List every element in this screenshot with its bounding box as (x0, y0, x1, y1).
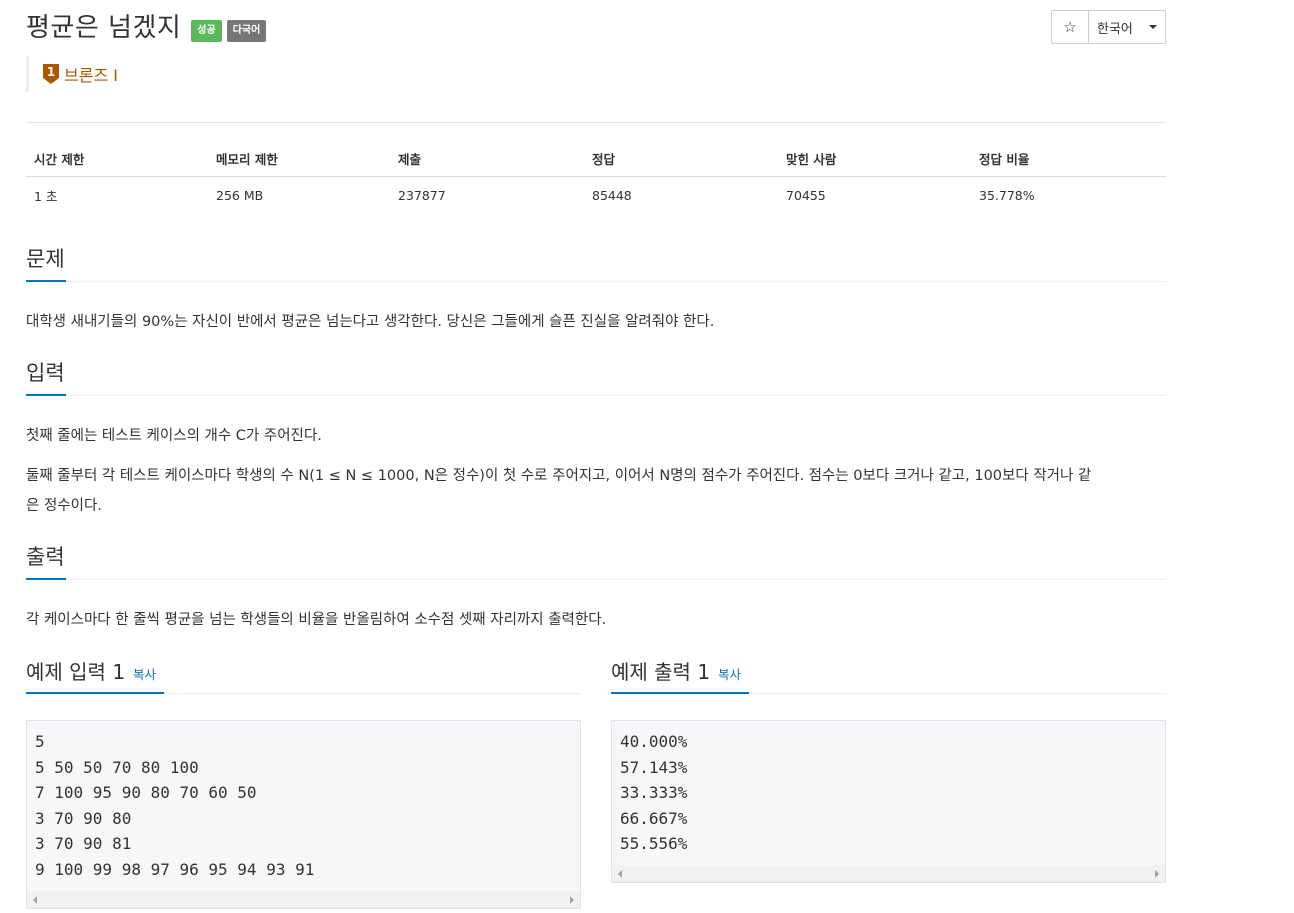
section-title-problem: 문제 (26, 247, 65, 271)
section-underline (26, 692, 164, 694)
section-underline (611, 692, 749, 694)
sample-input-line: 9 100 99 98 97 96 95 94 93 91 (35, 859, 315, 879)
header-memory-limit: 메모리 제한 (216, 152, 278, 167)
value-accept-ratio: 35.778% (979, 187, 1035, 203)
section-rule (26, 281, 1166, 282)
tier-blockquote: 1 브론즈 I (26, 56, 118, 92)
sample-input-line: 5 (35, 732, 45, 751)
sample-input-heading: 예제 입력 1 복사 (26, 657, 156, 690)
sample-input-line: 5 50 50 70 80 100 (35, 757, 199, 777)
caret-down-icon (1149, 25, 1157, 29)
output-description: 각 케이스마다 한 줄씩 평균을 넘는 학생들의 비율을 반올림하여 소수점 셋… (26, 612, 607, 628)
scroll-left-icon[interactable] (618, 869, 622, 878)
bronze-tier-icon: 1 (43, 64, 59, 84)
copy-sample-output-link[interactable]: 복사 (718, 660, 741, 690)
sample-input-box[interactable]: 5 5 50 50 70 80 100 7 100 95 90 80 70 60… (26, 720, 581, 909)
input-description-1: 첫째 줄에는 테스트 케이스의 개수 C가 주어진다. (26, 428, 322, 444)
multilang-badge[interactable]: 다국어 (226, 19, 267, 42)
value-submissions: 237877 (398, 187, 446, 203)
tier-label[interactable]: 브론즈 I (64, 62, 118, 86)
title-row: 평균은 넘겠지 성공 다국어 (26, 10, 267, 46)
section-underline (26, 280, 66, 282)
header-solved-users: 맞힌 사람 (786, 152, 837, 167)
language-dropdown[interactable]: 한국어 (1089, 10, 1166, 44)
input-description-2a: 둘째 줄부터 각 테스트 케이스마다 학생의 수 N(1 ≤ N ≤ 1000,… (26, 468, 1092, 484)
success-badge: 성공 (191, 19, 222, 42)
stats-value-row: 1 초 256 MB 237877 85448 70455 35.778% (26, 177, 1166, 213)
horizontal-scrollbar[interactable] (612, 865, 1165, 882)
sample-input-line: 3 70 90 81 (35, 834, 132, 854)
value-accepted: 85448 (592, 187, 632, 203)
problem-description: 대학생 새내기들의 90%는 자신이 반에서 평균은 넘는다고 생각한다. 당신… (26, 314, 715, 330)
section-rule (26, 395, 1166, 396)
section-underline (26, 394, 66, 396)
copy-sample-input-link[interactable]: 복사 (133, 660, 156, 690)
input-description-2b: 은 정수이다. (26, 498, 102, 514)
sample-input-title: 예제 입력 1 (26, 660, 126, 684)
horizontal-scrollbar[interactable] (27, 891, 580, 908)
section-underline (26, 578, 66, 580)
top-buttons: ☆ 한국어 (1051, 10, 1166, 44)
section-title-input: 입력 (26, 361, 65, 385)
header-accept-ratio: 정답 비율 (979, 152, 1030, 167)
sample-output-line: 55.556% (620, 834, 688, 854)
header-time-limit: 시간 제한 (34, 152, 85, 167)
stats-header-row: 시간 제한 메모리 제한 제출 정답 맞힌 사람 정답 비율 (26, 141, 1166, 177)
scroll-left-icon[interactable] (33, 895, 37, 904)
sample-output-line: 57.143% (620, 757, 688, 777)
header-accepted: 정답 (592, 152, 616, 167)
section-rule (26, 579, 1166, 580)
scroll-right-icon[interactable] (1155, 869, 1159, 878)
value-time-limit: 1 초 (34, 188, 58, 204)
problem-title: 평균은 넘겠지 (26, 13, 182, 43)
sample-output-heading: 예제 출력 1 복사 (611, 657, 741, 690)
sample-output-line: 40.000% (620, 732, 688, 751)
scroll-right-icon[interactable] (570, 895, 574, 904)
star-icon: ☆ (1063, 18, 1077, 36)
value-solved-users: 70455 (786, 187, 826, 203)
value-memory-limit: 256 MB (216, 187, 264, 203)
divider (26, 122, 1166, 123)
sample-output-line: 66.667% (620, 808, 688, 828)
favorite-star-button[interactable]: ☆ (1051, 10, 1089, 44)
sample-input-line: 7 100 95 90 80 70 60 50 (35, 783, 257, 803)
problem-info-table: 시간 제한 메모리 제한 제출 정답 맞힌 사람 정답 비율 1 초 256 M… (26, 141, 1166, 213)
section-title-output: 출력 (26, 545, 65, 569)
sample-output-title: 예제 출력 1 (611, 660, 711, 684)
language-label: 한국어 (1097, 21, 1133, 37)
sample-input-line: 3 70 90 80 (35, 808, 132, 828)
sample-output-line: 33.333% (620, 783, 688, 803)
header-submissions: 제출 (398, 152, 422, 167)
sample-output-box[interactable]: 40.000% 57.143% 33.333% 66.667% 55.556% (611, 720, 1166, 883)
